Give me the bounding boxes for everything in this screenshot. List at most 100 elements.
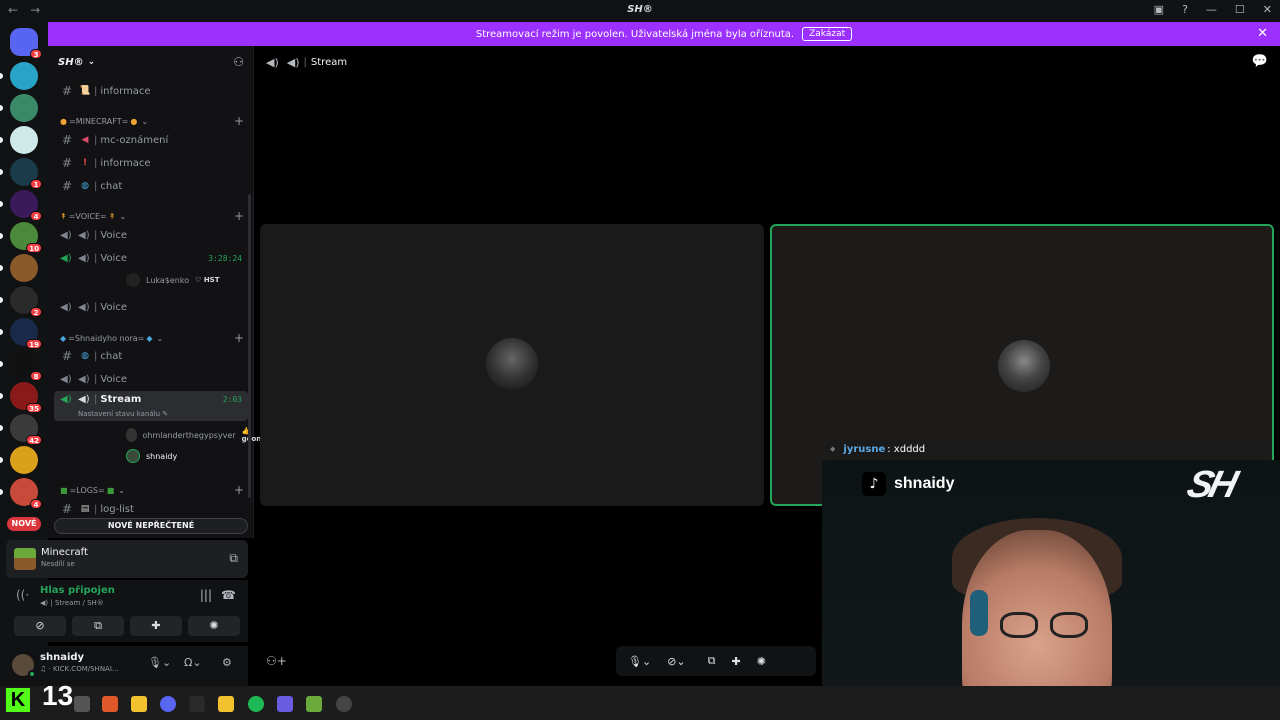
disable-button[interactable]: Zakázat [802, 27, 853, 41]
server-icon[interactable]: 35 [10, 382, 42, 413]
add-person-icon[interactable]: ⚇+ [266, 654, 287, 668]
chat-username: jyrusne [843, 443, 886, 455]
channel-voice-3[interactable]: ◀) ◀) | Voice [54, 297, 248, 317]
server-icon[interactable] [10, 126, 38, 154]
voice-connected-title[interactable]: Hlas připojen [40, 585, 115, 596]
server-badge: 1 [30, 179, 42, 189]
invite-icon[interactable]: ⚇ [233, 55, 244, 69]
channel-mc-chat[interactable]: # ◍ | chat [54, 176, 248, 196]
soundboard-icon[interactable]: ✺ [757, 655, 766, 668]
maximize-icon[interactable]: ☐ [1235, 3, 1245, 16]
camera-off-button[interactable]: ⊘ [14, 616, 66, 636]
stream-user-1[interactable]: ohmlanderthegypsyver 👍 goon [126, 427, 265, 443]
new-badge[interactable]: NOVÉ [7, 517, 41, 531]
sidebar-scrollbar[interactable] [248, 194, 251, 498]
add-channel-icon[interactable]: + [234, 209, 244, 223]
new-unread-button[interactable]: NOVÉ NEPŘEČTENÉ [54, 518, 248, 534]
brave-icon[interactable] [102, 696, 118, 712]
app-icon[interactable] [277, 696, 293, 712]
participant-tile-1[interactable] [260, 224, 764, 506]
channel-log-list[interactable]: # ▤ | log-list [54, 499, 248, 519]
channel-informace-top[interactable]: # 📜 | informace [54, 81, 248, 101]
home-button[interactable]: 3 [10, 28, 42, 59]
chat-bubble-icon[interactable]: 💬 [1252, 54, 1268, 69]
activities-icon[interactable]: ✚ [731, 655, 740, 668]
server-badge: 4 [30, 499, 42, 509]
epic-games-icon[interactable] [189, 696, 205, 712]
noise-suppression-icon[interactable]: ||| [200, 588, 212, 602]
camera-off-icon[interactable]: ⊘⌄ [667, 655, 685, 668]
microphone-icon[interactable]: 🎙⌄ [628, 655, 651, 668]
server-badge: 8 [30, 371, 42, 381]
globe-icon: ◍ [81, 351, 89, 361]
server-icon[interactable] [10, 254, 38, 282]
server-icon[interactable] [10, 446, 38, 474]
game-sub: Nesdílí se [41, 560, 75, 568]
discord-taskbar-icon[interactable] [160, 696, 176, 712]
chevron-down-icon: ⌄ [141, 116, 149, 126]
stream-timer: 2:03 [222, 395, 242, 404]
obs-icon[interactable] [336, 696, 352, 712]
server-icon[interactable] [10, 62, 38, 90]
soundboard-button[interactable]: ✺ [188, 616, 240, 636]
category-logs[interactable]: ■ =LOGS= ■ ⌄ + [60, 483, 248, 497]
server-icon[interactable]: 42 [10, 414, 42, 445]
username[interactable]: shnaidy [40, 652, 84, 663]
activities-button[interactable]: ✚ [130, 616, 182, 636]
tiktok-icon: ♪ [862, 472, 886, 496]
disconnect-icon[interactable]: ☎ [221, 588, 236, 602]
headphones-icon[interactable]: Ω⌄ [184, 656, 202, 669]
add-channel-icon[interactable]: + [234, 331, 244, 345]
hash-icon: # [61, 156, 73, 170]
rockstar-icon[interactable] [218, 696, 234, 712]
screen-share-button[interactable]: ⧉ [72, 616, 124, 636]
server-icon[interactable]: 10 [10, 222, 42, 253]
channel-mc-oznameni[interactable]: # ◀ | mc-oznámení [54, 130, 248, 150]
minecraft-launcher-icon[interactable] [306, 696, 322, 712]
share-screen-icon[interactable]: ⧉ [229, 551, 238, 566]
settings-gear-icon[interactable]: ⚙ [222, 656, 232, 669]
speaker-icon: ◀) [78, 252, 90, 264]
server-icon[interactable]: 1 [10, 158, 42, 189]
help-icon[interactable]: ? [1182, 3, 1188, 16]
screen-share-icon[interactable]: ⧉ [708, 654, 716, 668]
channel-voice-2[interactable]: ◀) ◀) | Voice 3:28:24 [54, 248, 248, 268]
file-explorer-icon[interactable] [131, 696, 147, 712]
avatar [126, 273, 140, 287]
banner-text: Streamovací režim je povolen. Uživatelsk… [475, 28, 795, 40]
speaker-icon: ◀) [78, 394, 90, 405]
server-icon[interactable]: 8 [10, 350, 42, 381]
server-icon[interactable]: 19 [10, 318, 42, 349]
unread-pill [0, 233, 3, 239]
server-badge: 19 [26, 339, 42, 349]
add-channel-icon[interactable]: + [234, 483, 244, 497]
server-icon[interactable] [10, 94, 38, 122]
unread-pill [0, 73, 3, 79]
banner-close-icon[interactable]: ✕ [1257, 26, 1268, 41]
category-minecraft[interactable]: ● =MINECRAFT= ● ⌄ + [60, 114, 248, 128]
signal-icon[interactable]: ((· [16, 588, 29, 602]
task-view-icon[interactable] [74, 696, 90, 712]
spotify-icon[interactable] [248, 696, 264, 712]
minimize-icon[interactable]: — [1206, 3, 1217, 16]
microphone-icon[interactable]: 🎙⌄ [148, 656, 171, 669]
category-voice[interactable]: ↟ =VOICE= ↟ ⌄ + [60, 209, 248, 223]
channel-voice-1[interactable]: ◀) ◀) | Voice [54, 225, 248, 245]
close-icon[interactable]: ✕ [1263, 3, 1272, 16]
channel-sn-voice[interactable]: ◀) ◀) | Voice [54, 369, 248, 389]
voice-user[interactable]: Luka$enko ♡ HST [126, 272, 220, 288]
stream-user-2[interactable]: shnaidy [126, 448, 177, 464]
server-icon[interactable]: 4 [10, 478, 42, 509]
channel-sn-chat[interactable]: # ◍ | chat [54, 346, 248, 366]
unread-pill [0, 393, 3, 399]
channel-mc-informace[interactable]: # ! | informace [54, 153, 248, 173]
server-icon[interactable]: 4 [10, 190, 42, 221]
category-shnaidy[interactable]: ◆ =Shnaidyho nora= ◆ ⌄ + [60, 331, 248, 345]
server-header[interactable]: SH® ⌄ ⚇ [48, 46, 254, 78]
inbox-icon[interactable]: ▣ [1154, 3, 1164, 16]
add-channel-icon[interactable]: + [234, 114, 244, 128]
server-icon[interactable]: 2 [10, 286, 42, 317]
discord-window: ← → SH® ▣ ? — ☐ ✕ 3 1 4 10 2 19 8 35 42 4 NOVÉ S… [0, 0, 1280, 720]
channel-status[interactable]: Nastavení stavu kanálu ✎ [78, 410, 168, 418]
speaker-active-icon: ◀) [60, 252, 72, 264]
